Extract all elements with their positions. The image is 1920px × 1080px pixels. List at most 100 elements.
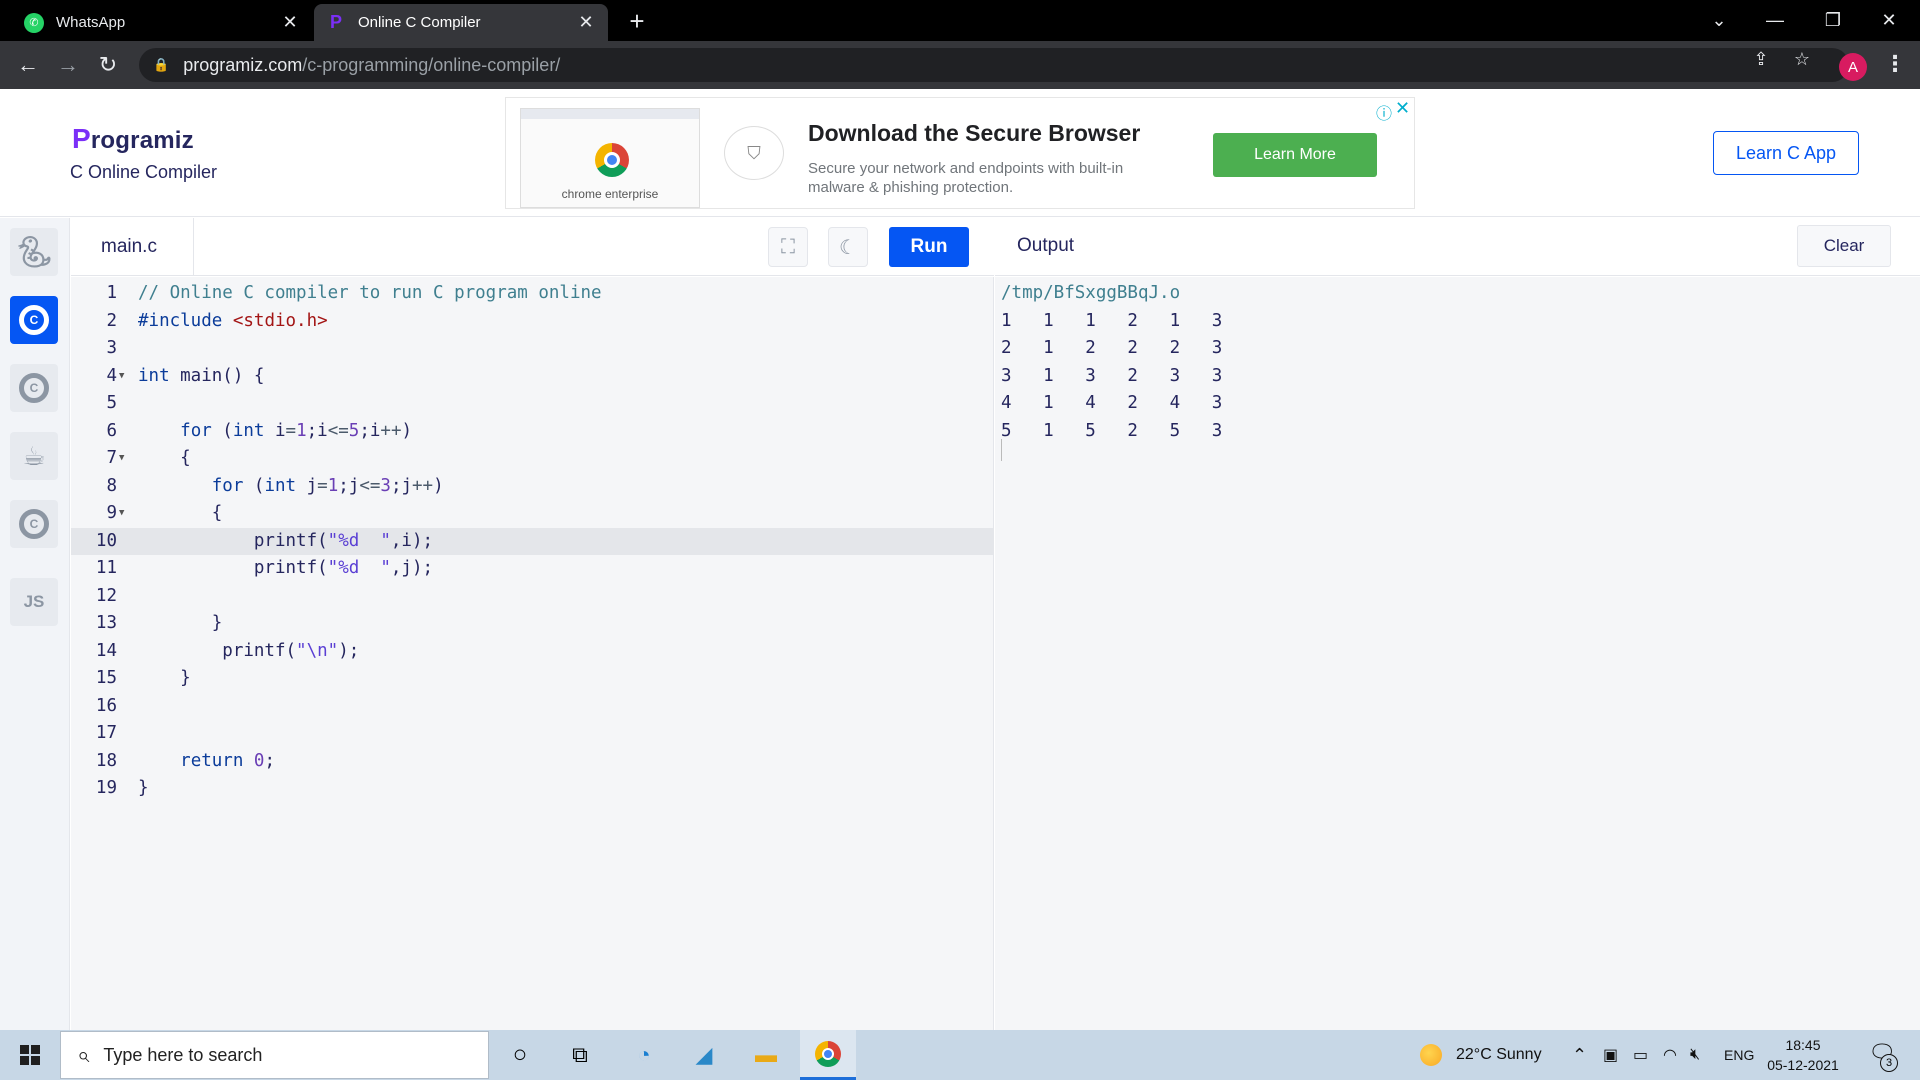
programiz-logo[interactable]: Programiz [72, 123, 194, 155]
line-number: 3 [106, 338, 117, 358]
bookmark-star-icon[interactable]: ☆ [1790, 49, 1814, 70]
code-line[interactable]: 15 } [71, 665, 994, 693]
java-icon[interactable]: ☕︎ [10, 432, 58, 480]
code-text: printf("\n"); [138, 640, 360, 661]
back-arrow-icon[interactable]: ← [12, 49, 44, 81]
share-icon[interactable]: ⇪ [1749, 49, 1773, 70]
meet-now-icon[interactable]: ▣ [1603, 1030, 1618, 1080]
code-line[interactable]: 10 printf("%d ",i); [71, 527, 994, 555]
code-line[interactable]: 9 ▼ { [71, 500, 994, 528]
code-line[interactable]: 2 #include <stdio.h> [71, 308, 994, 336]
address-bar[interactable]: 🔒 programiz.com /c-programming/online-co… [139, 48, 1849, 82]
weather-text: 22°C Sunny [1456, 1046, 1542, 1063]
lock-icon: 🔒 [153, 57, 170, 72]
c-icon[interactable]: C [10, 296, 58, 344]
cpp-icon[interactable]: C [10, 364, 58, 412]
ad-banner[interactable]: chrome enterprise ⛉ Download the Secure … [505, 97, 1415, 209]
forward-arrow-icon[interactable]: → [52, 49, 84, 81]
code-line[interactable]: 6 for (int i=1;i<=5;i++) [71, 418, 994, 446]
ad-headline[interactable]: Download the Secure Browser [808, 120, 1140, 147]
clear-button[interactable]: Clear [1797, 225, 1891, 267]
tab-online-c-compiler[interactable]: P Online C Compiler ✕ [314, 4, 608, 41]
line-number: 16 [95, 695, 117, 716]
ad-close-icon[interactable]: ✕ [1395, 98, 1410, 119]
code-text: { [138, 448, 191, 468]
file-explorer-icon[interactable]: ▬ [738, 1030, 794, 1080]
tab-search-chevron-icon[interactable]: ⌄ [1696, 4, 1742, 36]
code-text: } [138, 778, 149, 798]
ad-description: Secure your network and endpoints with b… [808, 160, 1124, 196]
weather-widget[interactable]: 22°C Sunny [1420, 1030, 1542, 1080]
code-line[interactable]: 11 printf("%d ",j); [71, 555, 994, 583]
start-button[interactable] [0, 1030, 60, 1080]
ad-thumb-label: chrome enterprise [561, 187, 659, 201]
code-line[interactable]: 16 [71, 693, 994, 721]
show-hidden-icons-chevron-icon[interactable]: ⌃ [1572, 1030, 1587, 1080]
wifi-icon[interactable]: ◠ [1663, 1030, 1677, 1080]
javascript-icon[interactable]: JS [10, 578, 58, 626]
task-view-icon[interactable]: ⧉ [552, 1030, 608, 1080]
fold-arrow-icon[interactable]: ▼ [119, 500, 124, 528]
taskbar-search-box[interactable]: ⌕ Type here to search [60, 1031, 489, 1079]
close-tab-icon[interactable]: ✕ [280, 12, 300, 33]
reload-icon[interactable]: ↻ [92, 49, 124, 81]
chrome-taskbar-icon[interactable] [800, 1030, 856, 1080]
url-path: /c-programming/online-compiler/ [302, 54, 561, 75]
tab-whatsapp[interactable]: ✆ WhatsApp ✕ [12, 4, 312, 41]
code-line[interactable]: 14 printf("\n"); [71, 638, 994, 666]
fold-arrow-icon[interactable]: ▼ [119, 445, 124, 473]
search-icon: ⌕ [77, 1042, 90, 1067]
battery-icon[interactable]: ▭ [1633, 1030, 1648, 1080]
line-number: 14 [95, 640, 117, 661]
page-subtitle: C Online Compiler [70, 162, 218, 182]
ad-learn-more-button[interactable]: Learn More [1213, 133, 1377, 177]
code-line[interactable]: 3 [71, 335, 994, 363]
output-line: 2 1 2 2 2 3 [1001, 338, 1223, 358]
learn-c-app-button[interactable]: Learn C App [1713, 131, 1859, 175]
code-line[interactable]: 5 [71, 390, 994, 418]
profile-avatar[interactable]: A [1839, 53, 1867, 81]
code-text: } [138, 613, 223, 633]
fullscreen-icon[interactable]: ⛶ [768, 227, 808, 267]
ad-info-icon[interactable]: ⓘ [1376, 100, 1392, 124]
code-line[interactable]: 4 ▼ int main() { [71, 363, 994, 391]
dark-mode-moon-icon[interactable]: ☾ [828, 227, 868, 267]
new-tab-button[interactable]: + [623, 8, 651, 34]
line-number: 19 [95, 778, 117, 798]
edge-icon[interactable]: ◔ [616, 1030, 672, 1080]
code-line[interactable]: 8 for (int j=1;j<=3;j++) [71, 473, 994, 501]
fold-arrow-icon[interactable]: ▼ [119, 363, 124, 391]
app-icon[interactable]: ◢ [676, 1030, 732, 1080]
url-host: programiz.com [183, 54, 303, 75]
chrome-menu-icon[interactable]: ⋮ [1884, 51, 1906, 77]
clock-date: 05-12-2021 [1767, 1057, 1839, 1073]
code-text: return 0; [180, 750, 276, 771]
input-language[interactable]: ENG [1724, 1030, 1754, 1080]
python-icon[interactable]: 🐍︎ [10, 228, 58, 276]
taskbar-clock[interactable]: 18:45 05-12-2021 [1762, 1035, 1844, 1075]
line-number: 10 [95, 530, 117, 551]
output-console[interactable]: /tmp/BfSxggBBqJ.o 1 1 1 2 1 3 2 1 2 2 2 3… [995, 277, 1920, 1030]
code-line[interactable]: 17 [71, 720, 994, 748]
code-line[interactable]: 1 // Online C compiler to run C program o… [71, 280, 994, 308]
line-number: 9 [106, 503, 117, 523]
volume-muted-icon[interactable]: 🔇︎ [1690, 1030, 1700, 1080]
code-editor[interactable]: 1 // Online C compiler to run C program o… [71, 277, 994, 1030]
code-line[interactable]: 12 [71, 583, 994, 611]
run-button[interactable]: Run [889, 227, 969, 267]
output-title: Output [1017, 235, 1075, 256]
output-header: Output Clear [995, 218, 1920, 276]
csharp-icon[interactable]: C [10, 500, 58, 548]
line-number: 13 [95, 613, 117, 633]
close-window-button[interactable]: ✕ [1866, 4, 1912, 36]
restore-button[interactable]: ❐ [1810, 4, 1856, 36]
code-line[interactable]: 13 } [71, 610, 994, 638]
js-label: JS [23, 592, 45, 611]
code-line[interactable]: 7 ▼ { [71, 445, 994, 473]
minimize-button[interactable]: — [1752, 4, 1798, 36]
code-line[interactable]: 18 return 0; [71, 748, 994, 776]
close-tab-icon[interactable]: ✕ [576, 12, 596, 33]
cortana-icon[interactable]: ○ [492, 1030, 548, 1080]
code-line[interactable]: 19} [71, 775, 994, 803]
file-tab-main-c[interactable]: main.c [71, 218, 194, 275]
